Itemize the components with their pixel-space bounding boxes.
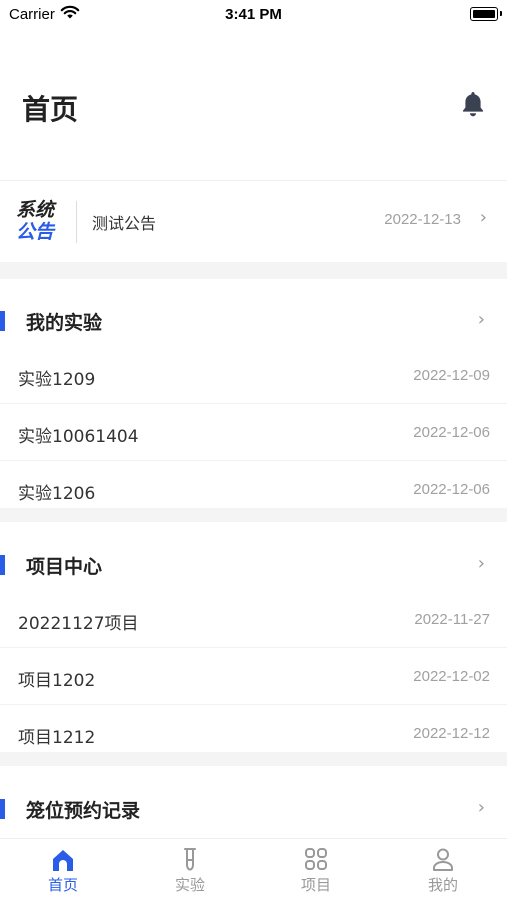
user-icon <box>433 848 453 871</box>
tab-projects[interactable]: 项目 <box>253 839 379 901</box>
item-date: 2022-12-09 <box>413 367 490 384</box>
battery-icon <box>470 7 502 21</box>
bell-icon[interactable] <box>460 90 486 122</box>
section-gap <box>0 508 507 522</box>
tab-label: 实验 <box>174 876 205 894</box>
section-title-projects: 项目中心 <box>26 556 103 578</box>
item-name: 项目1212 <box>18 728 96 748</box>
section-title-reservations: 笼位预约记录 <box>26 800 141 822</box>
section-title-experiments: 我的实验 <box>26 312 103 334</box>
tab-label: 我的 <box>427 876 458 894</box>
item-date: 2022-11-27 <box>414 611 490 628</box>
row-divider <box>0 647 507 648</box>
section-accent-bar <box>0 799 5 819</box>
test-tube-icon <box>184 848 196 871</box>
notice-bar[interactable]: 系统 公告 测试公告 2022-12-13 › <box>0 181 507 261</box>
page-title: 首页 <box>22 93 79 126</box>
row-divider <box>0 460 507 461</box>
home-icon <box>53 850 73 871</box>
section-header-experiments[interactable]: 我的实验 › <box>0 297 507 347</box>
notice-logo-line1: 系统 <box>16 199 55 221</box>
row-divider <box>0 704 507 705</box>
clock: 3:41 PM <box>225 6 282 23</box>
list-item[interactable]: 实验10061404 2022-12-06 <box>0 405 507 461</box>
item-date: 2022-12-06 <box>413 481 490 498</box>
grid-icon <box>305 848 327 870</box>
tab-bar: 首页 实验 项目 我的 <box>0 838 507 901</box>
row-divider <box>0 403 507 404</box>
status-bar: Carrier 3:41 PM <box>0 0 507 30</box>
notice-separator <box>76 201 77 243</box>
section-gap <box>0 752 507 766</box>
item-name: 20221127项目 <box>18 614 139 634</box>
section-header-reservations[interactable]: 笼位预约记录 › <box>0 785 507 835</box>
notice-date: 2022-12-13 <box>384 211 461 228</box>
tab-experiments[interactable]: 实验 <box>127 839 253 901</box>
item-name: 实验1206 <box>18 484 96 504</box>
item-name: 实验10061404 <box>18 427 139 447</box>
list-item[interactable]: 20221127项目 2022-11-27 <box>0 592 507 648</box>
chevron-right-icon: › <box>477 309 485 330</box>
item-name: 实验1209 <box>18 370 96 390</box>
list-item[interactable]: 项目1202 2022-12-02 <box>0 649 507 705</box>
section-accent-bar <box>0 555 5 575</box>
tab-label: 项目 <box>300 876 331 894</box>
section-header-projects[interactable]: 项目中心 › <box>0 541 507 591</box>
notice-logo-line2: 公告 <box>16 221 55 243</box>
item-date: 2022-12-12 <box>413 725 490 742</box>
item-date: 2022-12-06 <box>413 424 490 441</box>
chevron-right-icon: › <box>477 553 485 574</box>
tab-home[interactable]: 首页 <box>0 839 126 901</box>
list-item[interactable]: 实验1209 2022-12-09 <box>0 348 507 404</box>
section-accent-bar <box>0 311 5 331</box>
item-date: 2022-12-02 <box>413 668 490 685</box>
chevron-right-icon: › <box>477 797 485 818</box>
tab-mine[interactable]: 我的 <box>380 839 506 901</box>
tab-label: 首页 <box>47 876 78 894</box>
section-gap <box>0 262 507 279</box>
notice-text: 测试公告 <box>92 214 157 233</box>
notice-logo: 系统 公告 <box>16 199 62 243</box>
chevron-right-icon: › <box>479 207 487 228</box>
item-name: 项目1202 <box>18 671 96 691</box>
